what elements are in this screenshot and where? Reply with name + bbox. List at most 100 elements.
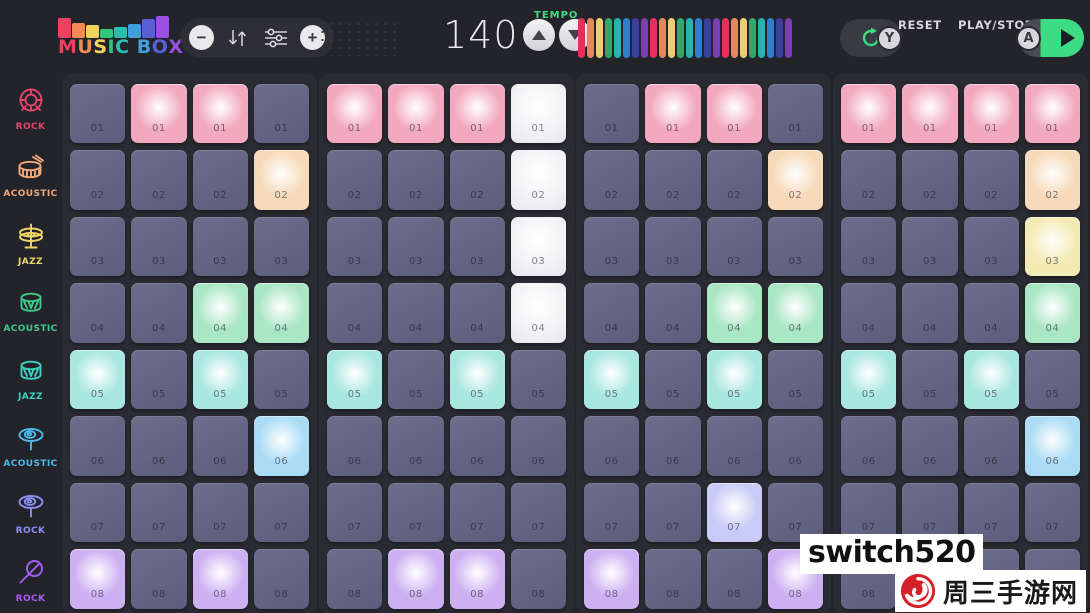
step-pad-r4-c2[interactable]: 05	[192, 349, 248, 409]
step-pad-r4-c0[interactable]: 05	[70, 349, 126, 409]
step-pad-r7-c5[interactable]: 08	[388, 549, 444, 609]
step-pad-r1-c10[interactable]: 02	[706, 150, 762, 210]
step-pad-r3-c5[interactable]: 04	[388, 283, 444, 343]
tempo-up-button[interactable]	[522, 19, 555, 51]
step-pad-r7-c4[interactable]: 08	[327, 549, 383, 609]
step-pad-r5-c8[interactable]: 06	[584, 416, 640, 476]
decrease-button[interactable]: −	[189, 25, 214, 50]
step-pad-r7-c3[interactable]: 08	[253, 549, 309, 609]
step-pad-r0-c9[interactable]: 01	[645, 83, 701, 143]
step-pad-r6-c0[interactable]: 07	[70, 482, 126, 542]
step-pad-r7-c12[interactable]: 08	[841, 549, 897, 609]
step-pad-r6-c8[interactable]: 07	[584, 482, 640, 542]
step-pad-r1-c15[interactable]: 02	[1024, 150, 1080, 210]
step-pad-r1-c6[interactable]: 02	[449, 150, 505, 210]
step-pad-r6-c6[interactable]: 07	[449, 482, 505, 542]
step-pad-r5-c3[interactable]: 06	[253, 416, 309, 476]
step-pad-r7-c13[interactable]: 08	[902, 549, 958, 609]
step-pad-r1-c14[interactable]: 02	[963, 150, 1019, 210]
step-pad-r6-c14[interactable]: 07	[963, 482, 1019, 542]
step-pad-r4-c15[interactable]: 05	[1024, 349, 1080, 409]
step-pad-r1-c1[interactable]: 02	[131, 150, 187, 210]
step-pad-r5-c15[interactable]: 06	[1024, 416, 1080, 476]
step-pad-r1-c2[interactable]: 02	[192, 150, 248, 210]
step-pad-r3-c14[interactable]: 04	[963, 283, 1019, 343]
step-pad-r3-c11[interactable]: 04	[767, 283, 823, 343]
step-pad-r3-c1[interactable]: 04	[131, 283, 187, 343]
step-pad-r6-c5[interactable]: 07	[388, 482, 444, 542]
step-pad-r0-c15[interactable]: 01	[1024, 83, 1080, 143]
step-pad-r2-c4[interactable]: 03	[327, 216, 383, 276]
step-pad-r3-c4[interactable]: 04	[327, 283, 383, 343]
step-pad-r2-c7[interactable]: 03	[510, 216, 566, 276]
step-pad-r6-c1[interactable]: 07	[131, 482, 187, 542]
step-pad-r0-c0[interactable]: 01	[70, 83, 126, 143]
step-pad-r7-c0[interactable]: 08	[70, 549, 126, 609]
step-pad-r5-c4[interactable]: 06	[327, 416, 383, 476]
step-pad-r5-c1[interactable]: 06	[131, 416, 187, 476]
sidebar-instrument-1[interactable]: ACOUSTIC	[0, 141, 61, 208]
step-pad-r2-c11[interactable]: 03	[767, 216, 823, 276]
step-pad-r3-c9[interactable]: 04	[645, 283, 701, 343]
step-pad-r4-c14[interactable]: 05	[963, 349, 1019, 409]
step-pad-r5-c14[interactable]: 06	[963, 416, 1019, 476]
step-pad-r4-c8[interactable]: 05	[584, 349, 640, 409]
step-pad-r5-c7[interactable]: 06	[510, 416, 566, 476]
step-pad-r7-c14[interactable]: 08	[963, 549, 1019, 609]
step-pad-r4-c12[interactable]: 05	[841, 349, 897, 409]
step-pad-r0-c13[interactable]: 01	[902, 83, 958, 143]
step-pad-r4-c5[interactable]: 05	[388, 349, 444, 409]
step-pad-r2-c10[interactable]: 03	[706, 216, 762, 276]
step-pad-r6-c13[interactable]: 07	[902, 482, 958, 542]
step-pad-r0-c8[interactable]: 01	[584, 83, 640, 143]
step-pad-r2-c13[interactable]: 03	[902, 216, 958, 276]
step-pad-r6-c2[interactable]: 07	[192, 482, 248, 542]
step-pad-r5-c2[interactable]: 06	[192, 416, 248, 476]
step-pad-r4-c4[interactable]: 05	[327, 349, 383, 409]
step-pad-r1-c7[interactable]: 02	[510, 150, 566, 210]
step-pad-r7-c11[interactable]: 08	[767, 549, 823, 609]
step-pad-r2-c12[interactable]: 03	[841, 216, 897, 276]
sidebar-instrument-2[interactable]: JAZZ	[0, 209, 61, 276]
step-pad-r5-c9[interactable]: 06	[645, 416, 701, 476]
step-pad-r0-c14[interactable]: 01	[963, 83, 1019, 143]
step-pad-r0-c2[interactable]: 01	[192, 83, 248, 143]
step-pad-r3-c13[interactable]: 04	[902, 283, 958, 343]
step-pad-r7-c6[interactable]: 08	[449, 549, 505, 609]
step-pad-r6-c9[interactable]: 07	[645, 482, 701, 542]
step-pad-r4-c1[interactable]: 05	[131, 349, 187, 409]
step-pad-r2-c2[interactable]: 03	[192, 216, 248, 276]
step-pad-r0-c1[interactable]: 01	[131, 83, 187, 143]
step-pad-r7-c1[interactable]: 08	[131, 549, 187, 609]
step-pad-r2-c6[interactable]: 03	[449, 216, 505, 276]
sidebar-instrument-7[interactable]: ROCK	[0, 546, 61, 613]
step-pad-r7-c2[interactable]: 08	[192, 549, 248, 609]
step-pad-r0-c6[interactable]: 01	[449, 83, 505, 143]
step-pad-r2-c1[interactable]: 03	[131, 216, 187, 276]
step-pad-r6-c7[interactable]: 07	[510, 482, 566, 542]
step-pad-r3-c15[interactable]: 04	[1024, 283, 1080, 343]
step-pad-r0-c10[interactable]: 01	[706, 83, 762, 143]
step-pad-r0-c7[interactable]: 01	[510, 83, 566, 143]
sliders-icon[interactable]	[262, 25, 290, 51]
step-pad-r5-c10[interactable]: 06	[706, 416, 762, 476]
step-pad-r7-c10[interactable]: 08	[706, 549, 762, 609]
step-pad-r3-c3[interactable]: 04	[253, 283, 309, 343]
step-pad-r4-c3[interactable]: 05	[253, 349, 309, 409]
step-pad-r7-c15[interactable]: 08	[1024, 549, 1080, 609]
step-pad-r4-c11[interactable]: 05	[767, 349, 823, 409]
step-pad-r1-c12[interactable]: 02	[841, 150, 897, 210]
step-pad-r2-c9[interactable]: 03	[645, 216, 701, 276]
step-pad-r1-c0[interactable]: 02	[70, 150, 126, 210]
step-pad-r1-c9[interactable]: 02	[645, 150, 701, 210]
step-pad-r3-c12[interactable]: 04	[841, 283, 897, 343]
step-pad-r0-c4[interactable]: 01	[327, 83, 383, 143]
step-pad-r4-c7[interactable]: 05	[510, 349, 566, 409]
step-pad-r7-c8[interactable]: 08	[584, 549, 640, 609]
sidebar-instrument-3[interactable]: ACOUSTIC	[0, 276, 61, 343]
step-pad-r6-c10[interactable]: 07	[706, 482, 762, 542]
step-pad-r2-c14[interactable]: 03	[963, 216, 1019, 276]
step-pad-r2-c5[interactable]: 03	[388, 216, 444, 276]
step-pad-r4-c13[interactable]: 05	[902, 349, 958, 409]
step-pad-r1-c8[interactable]: 02	[584, 150, 640, 210]
